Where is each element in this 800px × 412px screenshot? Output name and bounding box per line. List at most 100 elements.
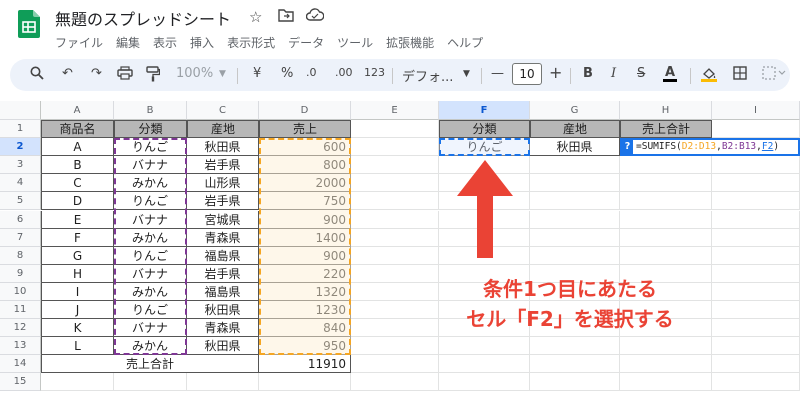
grid-cell[interactable] [620, 156, 712, 175]
grid-cell[interactable] [439, 373, 530, 392]
menu-format[interactable]: 表示形式 [227, 34, 275, 51]
grid-cell[interactable] [351, 120, 439, 139]
currency-format-button[interactable]: ¥ [253, 66, 261, 81]
grid-cell[interactable] [439, 337, 530, 356]
criteria-header-cell[interactable]: 売上合計 [620, 120, 712, 139]
grid-cell[interactable] [620, 337, 712, 356]
formula-help-icon[interactable]: ? [622, 140, 633, 155]
table-cell[interactable]: B [41, 156, 114, 175]
table-cell[interactable]: H [41, 264, 114, 283]
merge-cells-icon[interactable] [762, 66, 786, 84]
zoom-dropdown-icon[interactable]: ▼ [219, 69, 226, 79]
row-header-15[interactable]: 15 [0, 373, 41, 392]
grid-cell[interactable] [712, 156, 800, 175]
row-header-3[interactable]: 3 [0, 156, 41, 175]
table-header-cell[interactable]: 分類 [114, 120, 187, 139]
criteria-value-cell[interactable]: 秋田県 [530, 138, 620, 157]
grid-cell[interactable] [712, 282, 800, 301]
column-header-a[interactable]: A [41, 101, 114, 120]
grid-cell[interactable] [351, 210, 439, 229]
grid-cell[interactable] [351, 192, 439, 211]
grid-cell[interactable] [530, 355, 620, 374]
decrease-decimal-button[interactable]: .0 [306, 66, 317, 79]
table-cell[interactable]: 秋田県 [187, 337, 259, 356]
grid-cell[interactable] [620, 355, 712, 374]
menu-file[interactable]: ファイル [55, 34, 103, 51]
grid-cell[interactable] [351, 282, 439, 301]
grid-cell[interactable] [712, 120, 800, 139]
table-cell[interactable]: 宮城県 [187, 210, 259, 229]
grid-cell[interactable] [712, 246, 800, 265]
formula-cell-h2[interactable]: ? =SUMIFS(D2:D13,B2:B13,F2) [620, 138, 800, 157]
grid-cell[interactable] [712, 264, 800, 283]
grid-cell[interactable] [530, 156, 620, 175]
select-all-corner[interactable] [0, 101, 41, 120]
grid-cell[interactable] [530, 246, 620, 265]
row-header-13[interactable]: 13 [0, 337, 41, 356]
column-header-d[interactable]: D [259, 101, 351, 120]
table-header-cell[interactable]: 売上 [259, 120, 351, 139]
row-header-11[interactable]: 11 [0, 301, 41, 320]
table-cell[interactable]: 福島県 [187, 246, 259, 265]
fill-color-icon[interactable] [701, 66, 717, 86]
row-header-12[interactable]: 12 [0, 319, 41, 338]
decrease-font-size-button[interactable]: — [491, 66, 504, 81]
menu-insert[interactable]: 挿入 [190, 34, 214, 51]
grid-cell[interactable] [712, 174, 800, 193]
star-icon[interactable]: ☆ [249, 8, 262, 26]
font-dropdown-icon[interactable]: ▼ [463, 69, 470, 79]
grid-cell[interactable] [620, 246, 712, 265]
grid-cell[interactable] [351, 264, 439, 283]
table-cell[interactable]: 岩手県 [187, 264, 259, 283]
row-header-1[interactable]: 1 [0, 120, 41, 139]
table-cell[interactable]: 岩手県 [187, 192, 259, 211]
table-cell[interactable]: E [41, 210, 114, 229]
table-cell[interactable]: 福島県 [187, 282, 259, 301]
row-header-7[interactable]: 7 [0, 228, 41, 247]
grid-cell[interactable] [41, 373, 114, 392]
table-cell[interactable]: I [41, 282, 114, 301]
column-header-g[interactable]: G [530, 101, 620, 120]
grid-cell[interactable] [712, 228, 800, 247]
column-header-b[interactable]: B [114, 101, 187, 120]
row-header-6[interactable]: 6 [0, 210, 41, 229]
grid-cell[interactable] [530, 373, 620, 392]
row-header-14[interactable]: 14 [0, 355, 41, 374]
grid-cell[interactable] [439, 355, 530, 374]
criteria-header-cell[interactable]: 分類 [439, 120, 530, 139]
percent-format-button[interactable]: % [281, 66, 293, 81]
table-cell[interactable]: 秋田県 [187, 301, 259, 320]
table-cell[interactable]: A [41, 138, 114, 157]
row-header-5[interactable]: 5 [0, 192, 41, 211]
grid-cell[interactable] [351, 138, 439, 157]
grid-cell[interactable] [530, 337, 620, 356]
table-header-cell[interactable]: 商品名 [41, 120, 114, 139]
row-header-8[interactable]: 8 [0, 246, 41, 265]
grid-cell[interactable] [187, 373, 259, 392]
grid-cell[interactable] [712, 373, 800, 392]
menu-data[interactable]: データ [288, 34, 324, 51]
increase-decimal-button[interactable]: .00 [335, 66, 353, 79]
search-icon[interactable] [30, 66, 44, 84]
grid-cell[interactable] [351, 373, 439, 392]
paint-format-icon[interactable] [146, 66, 161, 86]
menu-tools[interactable]: ツール [337, 34, 373, 51]
grid-cell[interactable] [620, 373, 712, 392]
grid-cell[interactable] [712, 301, 800, 320]
font-select[interactable]: デフォ... [402, 66, 453, 85]
total-label-cell[interactable]: 売上合計 [41, 355, 259, 374]
strikethrough-button[interactable]: S [637, 66, 645, 81]
move-folder-icon[interactable] [278, 8, 294, 26]
table-cell[interactable]: J [41, 301, 114, 320]
bold-button[interactable]: B [583, 66, 593, 81]
menu-edit[interactable]: 編集 [116, 34, 140, 51]
table-cell[interactable]: G [41, 246, 114, 265]
grid-cell[interactable] [712, 319, 800, 338]
grid-cell[interactable] [259, 373, 351, 392]
row-header-4[interactable]: 4 [0, 174, 41, 193]
table-cell[interactable]: 山形県 [187, 174, 259, 193]
grid-cell[interactable] [530, 210, 620, 229]
grid-cell[interactable] [351, 174, 439, 193]
grid-cell[interactable] [712, 355, 800, 374]
grid-cell[interactable] [620, 210, 712, 229]
